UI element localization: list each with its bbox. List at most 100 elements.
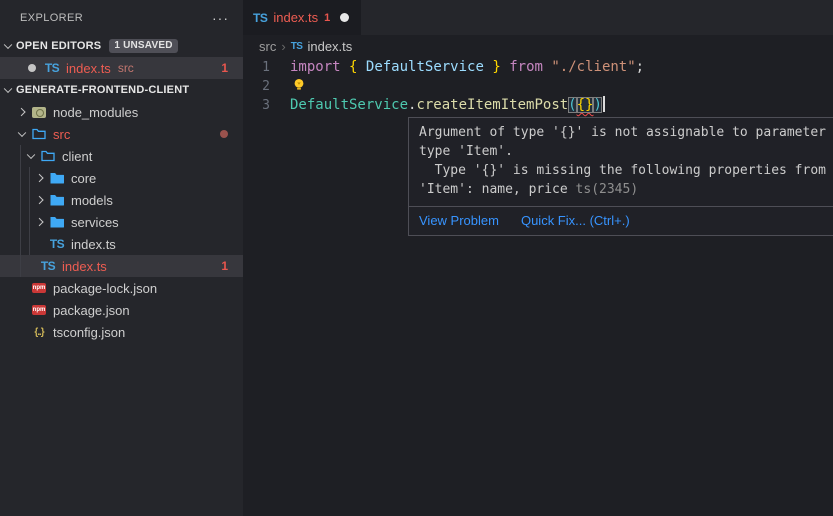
code-token [501, 59, 509, 75]
ts-icon: TS [43, 57, 61, 79]
line-number: 1 [243, 58, 290, 77]
open-editor-label: index.ts [66, 61, 111, 76]
error-message-line: Type '{}' is missing the following prope… [419, 161, 833, 180]
chevron-down-icon[interactable] [23, 145, 39, 167]
code-token: {} [577, 97, 594, 113]
error-dot-icon [220, 130, 228, 138]
code-token: DefaultService [366, 59, 484, 75]
tooltip-action-quick[interactable]: Quick Fix... (Ctrl+.) [521, 213, 630, 228]
tree-item-index-ts[interactable]: TSindex.ts1 [0, 255, 243, 277]
code-token [357, 59, 365, 75]
tree-item-label: client [62, 149, 92, 164]
tree-item-label: index.ts [62, 259, 107, 274]
code-token: import [290, 59, 341, 75]
modified-dot-icon[interactable] [28, 64, 36, 72]
tree-item-label: core [71, 171, 96, 186]
line-number: 3 [243, 96, 290, 115]
tree-item-label: package-lock.json [53, 281, 157, 296]
code-token: } [492, 59, 500, 75]
tab-index-ts[interactable]: TS index.ts 1 [243, 0, 361, 35]
folder-open-icon [30, 123, 48, 145]
error-code-ref: ts(2345) [568, 182, 638, 197]
tree-item-src[interactable]: src [0, 123, 243, 145]
tree-item-label: src [53, 127, 70, 142]
unsaved-dot-icon[interactable] [340, 13, 349, 22]
error-message-line: 'Item': name, price ts(2345) [419, 180, 833, 199]
tree-item-label: tsconfig.json [53, 325, 125, 340]
tree-item-package-json[interactable]: npmpackage.json [0, 299, 243, 321]
code-token: DefaultService [290, 97, 408, 113]
tree-item-package-lock-json[interactable]: npm package-lock.json [0, 277, 243, 299]
line-number: 2 [243, 77, 290, 96]
tree-item-models[interactable]: models [0, 189, 243, 211]
tree-item-label: node_modules [53, 105, 138, 120]
no-chevron [14, 299, 30, 321]
tree-item-node-modules[interactable]: node_modules [0, 101, 243, 123]
no-chevron [23, 255, 39, 277]
error-message-line: type 'Item'. [419, 142, 833, 161]
lightbulb-icon[interactable] [293, 80, 305, 96]
typescript-letters: TS [45, 61, 59, 75]
typescript-file-icon: TS [291, 41, 303, 52]
folder-open-icon [39, 145, 57, 167]
ts-icon: TS [48, 233, 66, 255]
code-token: ) [593, 97, 601, 113]
tree-item-index-ts[interactable]: TS index.ts [0, 233, 243, 255]
tooltip-action-view[interactable]: View Problem [419, 213, 499, 228]
error-count-badge: 1 [221, 61, 228, 75]
code-token: ( [568, 97, 576, 113]
breadcrumb-item-file[interactable]: index.ts [307, 39, 352, 54]
chevron-right-icon[interactable] [32, 189, 48, 211]
tab-error-count: 1 [324, 12, 330, 24]
tree-item-label: services [71, 215, 119, 230]
npm-logo: npm [32, 283, 47, 293]
code-token: from [509, 59, 543, 75]
typescript-file-icon: TS [253, 11, 267, 25]
chevron-down-icon [0, 79, 16, 101]
ts-icon: TS [39, 255, 57, 277]
code-editor[interactable]: 1import { DefaultService } from "./clien… [243, 58, 833, 115]
editor-area: TS index.ts 1 src › TS index.ts 1import … [243, 0, 833, 516]
open-editors-label: OPEN EDITORS [16, 40, 101, 52]
error-message: Argument of type '{}' is not assignable … [409, 118, 833, 206]
chevron-right-icon[interactable] [32, 167, 48, 189]
folder-icon [48, 167, 66, 189]
vscode-window: { "colors": { "sidebar_bg": "#25262b", "… [0, 0, 833, 516]
chevron-right-icon[interactable] [14, 101, 30, 123]
chevron-down-icon[interactable] [14, 123, 30, 145]
open-editor-item-index.ts[interactable]: TS index.ts src 1 [0, 57, 243, 79]
json-config-icon: {..} [30, 321, 48, 343]
tree-item-label: index.ts [71, 237, 116, 252]
text-cursor [603, 96, 605, 112]
chevron-right-icon[interactable] [32, 211, 48, 233]
typescript-letters: TS [50, 237, 64, 251]
code-line: 2 [243, 77, 833, 96]
no-chevron [14, 321, 30, 343]
breadcrumb: src › TS index.ts [243, 35, 833, 57]
project-root-header[interactable]: GENERATE-FRONTEND-CLIENT [0, 79, 243, 101]
unsaved-badge: 1 UNSAVED [109, 39, 177, 53]
node-modules-glyph [32, 107, 46, 118]
project-root-label: GENERATE-FRONTEND-CLIENT [16, 84, 189, 96]
open-editor-description: src [118, 61, 134, 75]
breadcrumb-separator-icon: › [281, 39, 285, 54]
tree-item-services[interactable]: services [0, 211, 243, 233]
code-token [341, 59, 349, 75]
no-chevron [14, 277, 30, 299]
open-editors-header[interactable]: OPEN EDITORS 1 UNSAVED [0, 35, 243, 57]
code-token: createItemItemPost [416, 97, 568, 113]
tree-item-core[interactable]: core [0, 167, 243, 189]
breadcrumb-item-src[interactable]: src [259, 39, 276, 54]
explorer-more-actions-icon[interactable]: ··· [212, 13, 229, 23]
tree-item-tsconfig-json[interactable]: {..} tsconfig.json [0, 321, 243, 343]
explorer-sidebar: EXPLORER ··· OPEN EDITORS 1 UNSAVED TS in… [0, 0, 243, 516]
tree-item-client[interactable]: client [0, 145, 243, 167]
error-hover-tooltip: Argument of type '{}' is not assignable … [408, 117, 833, 236]
code-token: "./client" [551, 59, 635, 75]
explorer-title: EXPLORER [20, 12, 83, 24]
tree-item-label: models [71, 193, 113, 208]
tab-bar: TS index.ts 1 [243, 0, 833, 35]
typescript-letters: TS [41, 259, 55, 273]
npm-icon: npm [30, 277, 48, 299]
node-modules-icon [30, 101, 48, 123]
